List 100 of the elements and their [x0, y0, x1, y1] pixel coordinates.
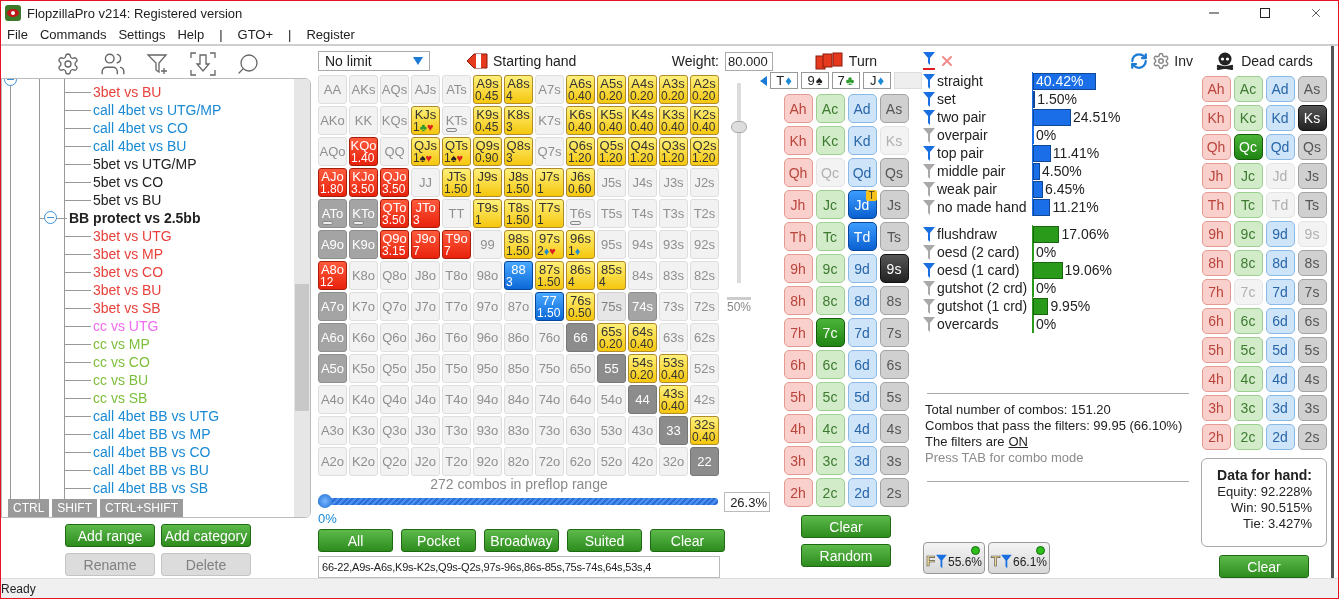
- card-button[interactable]: 3d: [1265, 395, 1295, 422]
- card-button[interactable]: 2s: [879, 478, 909, 507]
- hand-cell[interactable]: 66: [566, 323, 595, 352]
- hand-cell[interactable]: J2o: [411, 447, 440, 476]
- card-button[interactable]: 2h: [1201, 424, 1231, 451]
- card-button[interactable]: 3c: [815, 446, 845, 475]
- tree-item[interactable]: 5bet vs UTG/MP: [93, 156, 197, 172]
- card-button[interactable]: Ts: [879, 222, 909, 251]
- hand-cell[interactable]: KJo 3.50: [349, 168, 378, 197]
- card-button[interactable]: 4d: [847, 414, 877, 443]
- tree-item[interactable]: 3bet vs CO: [93, 264, 164, 280]
- card-button[interactable]: Ac: [1233, 76, 1263, 103]
- clear-filter-icon[interactable]: [939, 53, 955, 69]
- hand-cell[interactable]: ATs: [442, 75, 471, 104]
- tree-group[interactable]: BB protect vs 2.5bb: [69, 210, 201, 226]
- hand-cell[interactable]: K5s 0.40: [597, 106, 626, 135]
- hand-cell[interactable]: Q2s 1.20: [690, 137, 719, 166]
- hand-cell[interactable]: 88 3: [504, 261, 533, 290]
- tree-item[interactable]: cc vs BU: [93, 372, 149, 388]
- hand-cell[interactable]: Q7s: [535, 137, 564, 166]
- tree-item[interactable]: call 4bet BB vs CO: [93, 444, 211, 460]
- hand-cell[interactable]: 95o: [473, 354, 502, 383]
- card-button[interactable]: Qh: [1201, 134, 1231, 161]
- settings-icon[interactable]: [56, 52, 80, 76]
- hand-cell[interactable]: A7o: [318, 292, 347, 321]
- hand-cell[interactable]: KK: [349, 106, 378, 135]
- import-icon[interactable]: [190, 52, 216, 76]
- card-button[interactable]: 4d: [1265, 366, 1295, 393]
- hand-cell[interactable]: 53o: [597, 416, 626, 445]
- hand-cell[interactable]: 75o: [535, 354, 564, 383]
- hand-cell[interactable]: 74s: [628, 292, 657, 321]
- inv-label[interactable]: Inv: [1174, 53, 1193, 69]
- menu-item[interactable]: GTO+: [231, 27, 280, 42]
- card-button[interactable]: 6h: [783, 350, 813, 379]
- slider-thumb[interactable]: [318, 494, 332, 508]
- card-button[interactable]: 2s: [1297, 424, 1327, 451]
- hand-cell[interactable]: KJs 1♣♥: [411, 106, 440, 135]
- menu-item[interactable]: Commands: [33, 27, 113, 42]
- card-button[interactable]: Th: [1201, 192, 1231, 219]
- card-button[interactable]: 5c: [1233, 337, 1263, 364]
- hand-cell[interactable]: A4o: [318, 385, 347, 414]
- hand-cell[interactable]: 85s 4: [597, 261, 626, 290]
- hand-cell[interactable]: KTo: [349, 199, 378, 228]
- hand-cell[interactable]: KQs: [380, 106, 409, 135]
- card-button[interactable]: Ts: [1297, 192, 1327, 219]
- card-button[interactable]: 7d: [1265, 279, 1295, 306]
- card-button[interactable]: Kd: [1265, 105, 1295, 132]
- hand-cell[interactable]: A9o: [318, 230, 347, 259]
- tree-item[interactable]: cc vs MP: [93, 336, 150, 352]
- card-button[interactable]: Ad: [1265, 76, 1295, 103]
- card-button[interactable]: 7h: [783, 318, 813, 347]
- hand-cell[interactable]: K2s 0.40: [690, 106, 719, 135]
- hand-cell[interactable]: QTs 1♠♥: [442, 137, 471, 166]
- hand-cell[interactable]: A7s: [535, 75, 564, 104]
- hand-cell[interactable]: AJo 1.80: [318, 168, 347, 197]
- hand-cell[interactable]: T9s 1: [473, 199, 502, 228]
- hand-cell[interactable]: A3s 0.20: [659, 75, 688, 104]
- tree-item[interactable]: call 4bet vs BU: [93, 138, 187, 154]
- hand-cell[interactable]: T9o 7: [442, 230, 471, 259]
- hand-cell[interactable]: Q6o: [380, 323, 409, 352]
- card-button[interactable]: 2d: [1265, 424, 1295, 451]
- hand-cell[interactable]: 82o: [504, 447, 533, 476]
- hand-cell[interactable]: AQo: [318, 137, 347, 166]
- hand-cell[interactable]: 63s: [659, 323, 688, 352]
- tree-item[interactable]: call 4bet BB vs UTG: [93, 408, 220, 424]
- hand-cell[interactable]: 72s: [690, 292, 719, 321]
- hand-cell[interactable]: 44: [628, 385, 657, 414]
- filter-icon[interactable]: [923, 127, 935, 143]
- funnel-icon[interactable]: [936, 554, 947, 569]
- hand-cell[interactable]: 62o: [566, 447, 595, 476]
- hand-cell[interactable]: JJ: [411, 168, 440, 197]
- tree-item[interactable]: cc vs UTG: [93, 318, 159, 334]
- card-button[interactable]: 2c: [815, 478, 845, 507]
- card-button[interactable]: 4c: [815, 414, 845, 443]
- hand-cell[interactable]: AJs: [411, 75, 440, 104]
- card-button[interactable]: 4s: [1297, 366, 1327, 393]
- hand-cell[interactable]: KQo 1.40: [349, 137, 378, 166]
- hand-cell[interactable]: K6s 0.40: [566, 106, 595, 135]
- card-button[interactable]: Ac: [815, 94, 845, 123]
- hand-cell[interactable]: Q6s 1.20: [566, 137, 595, 166]
- card-button[interactable]: 5d: [1265, 337, 1295, 364]
- hand-cell[interactable]: Q5o: [380, 354, 409, 383]
- refresh-icon[interactable]: [1130, 52, 1149, 70]
- hand-cell[interactable]: 52o: [597, 447, 626, 476]
- hand-cell[interactable]: JTo 3: [411, 199, 440, 228]
- hand-cell[interactable]: 74o: [535, 385, 564, 414]
- card-button[interactable]: Jh: [1201, 163, 1231, 190]
- hand-cell[interactable]: J6o: [411, 323, 440, 352]
- hand-cell[interactable]: J2s: [690, 168, 719, 197]
- percent-field[interactable]: 26.3%: [724, 491, 770, 512]
- hand-cell[interactable]: 54o: [597, 385, 626, 414]
- tree-item[interactable]: cc vs CO: [93, 354, 150, 370]
- hand-cell[interactable]: T6o: [442, 323, 471, 352]
- card-button[interactable]: 9d: [1265, 221, 1295, 248]
- filter-icon[interactable]: [923, 244, 935, 260]
- card-button[interactable]: Qs: [1297, 134, 1327, 161]
- tree-item[interactable]: 3bet vs BU: [93, 84, 162, 100]
- hand-cell[interactable]: J8o: [411, 261, 440, 290]
- hand-cell[interactable]: 77 1.50: [535, 292, 564, 321]
- hand-cell[interactable]: T4o: [442, 385, 471, 414]
